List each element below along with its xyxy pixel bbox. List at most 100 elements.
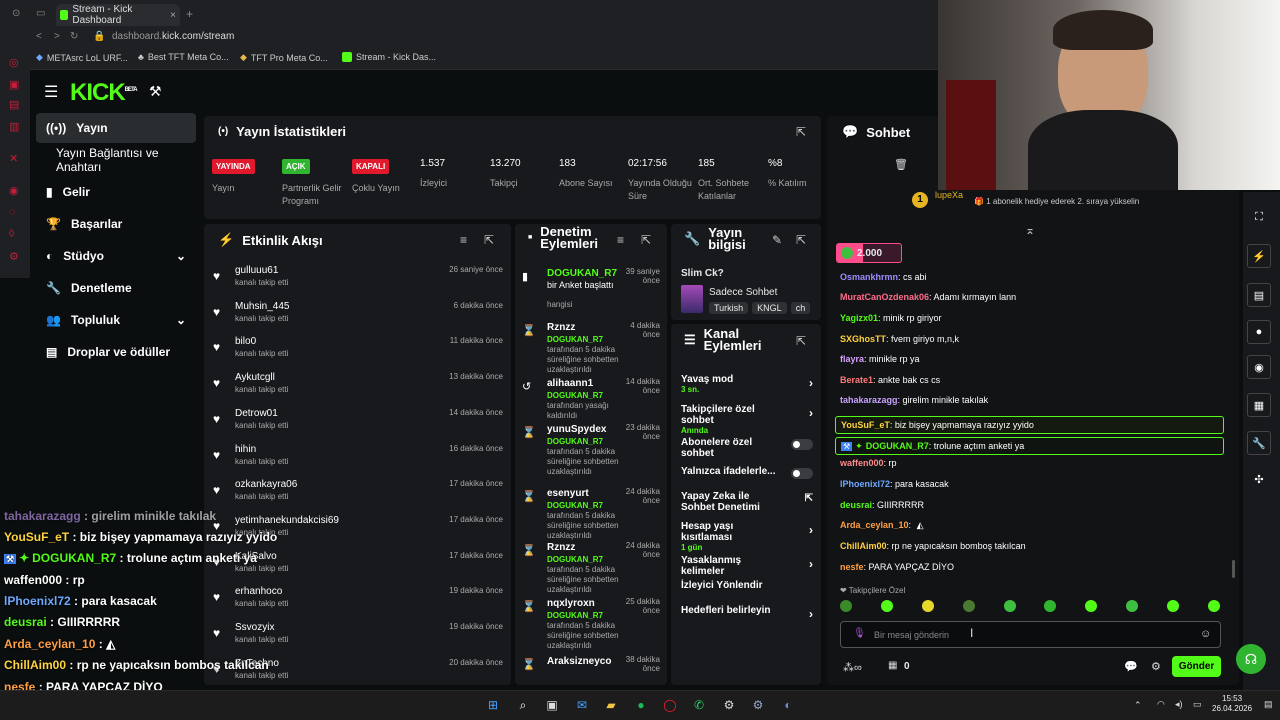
emote-icon[interactable] [840,600,852,612]
bookmark-kick[interactable]: Stream - Kick Das... [342,52,436,62]
discord-icon[interactable]: ◐ [779,696,797,714]
nav-topluluk[interactable]: 👥 Topluluk ⌄ [36,305,196,335]
activity-username[interactable]: hihin [235,444,256,455]
opera-menu-icon[interactable]: ⊙ [12,8,20,19]
back-icon[interactable]: < [36,31,42,42]
activity-item[interactable]: ♥ hihin kanalı takip etti 16 dakika önce [213,444,509,480]
forward-icon[interactable]: > [54,31,60,42]
app-icon[interactable]: ⚙ [749,696,767,714]
chat-username[interactable]: DOGUKAN_R7 [866,441,929,451]
nav-yayin[interactable]: ((•)) Yayın [36,113,196,143]
hamburger-menu-icon[interactable]: ☰ [44,82,58,102]
chat-username[interactable]: ChillAim00 [840,541,887,551]
channel-action-item[interactable]: İzleyici Yönlendir [681,580,813,604]
chat-username[interactable]: YouSuF_eT [841,420,890,430]
popout-icon[interactable]: ⇱ [641,233,651,247]
chat-username[interactable]: lPhoenixl72 [840,479,890,489]
battery-icon[interactable]: ▭ [1193,699,1202,710]
tag[interactable]: Turkish [709,302,749,314]
nav-droplar[interactable]: ▤ Droplar ve ödüller [36,337,196,367]
emote-icon[interactable] [1167,600,1179,612]
activity-username[interactable]: Ssvozyix [235,622,274,633]
bookmark-metasrc[interactable]: ◆ METAsrc LoL URF... [36,52,128,63]
activity-username[interactable]: Detrow01 [235,408,278,419]
opera-sidebar-icon-2[interactable]: ▣ [9,78,19,91]
emoji-icon[interactable]: ☺ [1200,628,1211,640]
channel-action-item[interactable]: Hesap yaşı kısıtlaması 1 gün › [681,521,813,552]
url-text[interactable]: dashboard.kick.com/stream [112,31,234,42]
opera-sidebar-icon-6[interactable]: ◌ [9,206,16,218]
chat-input[interactable]: 🎙 Bir mesaj gönderin I ☺ [840,621,1221,648]
chat-username[interactable]: nesfe [840,562,864,572]
activity-username[interactable]: ozkankayra06 [235,479,297,490]
channel-action-item[interactable]: Yasaklanmış kelimeler › [681,555,813,579]
opera-sidebar-icon-1[interactable]: ◎ [9,56,19,69]
mic-icon[interactable]: 🎙 [853,628,866,639]
activity-item[interactable]: ♥ KaliSalvo kanalı takip etti 17 dakika önc… [213,551,509,587]
nav-denetleme[interactable]: 🔧 Denetleme [36,273,196,303]
chat-username[interactable]: SXGhosTT [840,334,886,344]
fullscreen-icon[interactable]: ⛶ [1250,208,1268,226]
activity-item[interactable]: ♥ gulluuu61 kanalı takip etti 26 saniye önc… [213,265,509,301]
start-icon[interactable]: ⊞ [484,696,502,714]
opera-sidebar-icon-5[interactable]: ◉ [9,184,19,197]
activity-item[interactable]: ♥ Aykutcgll kanalı takip etti 13 dakika önc… [213,372,509,408]
moderation-username[interactable]: DOGUKAN_R7 [547,268,625,279]
settings-icon[interactable]: ⚙ [9,250,19,263]
browser-tab[interactable]: Stream - Kick Dashboard × [56,4,180,26]
reload-icon[interactable]: ↻ [70,31,78,42]
moderation-username[interactable]: Rznzz [547,322,625,333]
emote-icon[interactable] [962,600,975,612]
layout-icon[interactable]: ▦ [1247,393,1271,417]
activity-username[interactable]: bilo0 [235,336,256,347]
emote-icon[interactable] [1085,600,1098,612]
activity-username[interactable]: gulluuu61 [235,265,278,276]
chat-username[interactable]: deusrai [840,500,872,510]
mail-icon[interactable]: ✉ [573,696,591,714]
moderator-name[interactable]: DOGUKAN_R7 [547,555,603,564]
puzzle-icon[interactable]: ✣ [1250,470,1268,488]
channel-action-item[interactable]: Yalnızca ifadelerle... [681,466,813,490]
moderator-name[interactable]: DOGUKAN_R7 [547,611,603,620]
popout-icon[interactable]: ⇱ [796,233,806,247]
moderation-username[interactable]: Rznzz [547,542,625,553]
activity-username[interactable]: erhanhoco [235,586,282,597]
infinity-icon[interactable]: ⁂∞ [843,661,862,674]
kick-logo[interactable]: KICKBETA [70,79,138,107]
trash-icon[interactable]: 🗑 [894,158,908,171]
notification-icon[interactable]: ▤ [1264,699,1273,710]
chat-username[interactable]: waffen000 [840,458,884,468]
opera-icon[interactable]: ◯ [661,696,679,714]
edit-icon[interactable]: ✎ [772,233,782,247]
chat-username[interactable]: MuratCanOzdenak06 [840,292,929,302]
collapse-icon[interactable]: ⌅ [1025,223,1035,237]
tab-overview-icon[interactable]: ▭ [36,8,45,19]
tag[interactable]: KNGL [752,302,787,314]
close-tab-icon[interactable]: × [170,10,176,21]
nav-stream-key[interactable]: Yayın Bağlantısı ve Anahtarı [36,145,196,175]
opera-sidebar-icon-3[interactable]: ▤ [9,98,19,111]
activity-item[interactable]: ♥ ozkankayra06 kanalı takip etti 17 dakika … [213,479,509,515]
steam-icon[interactable]: ⚙ [720,696,738,714]
moderator-name[interactable]: DOGUKAN_R7 [547,391,603,400]
activity-item[interactable]: ♥ Detrow01 kanalı takip etti 14 dakika önce [213,408,509,444]
wrench-icon[interactable]: 🔧 [1247,431,1271,455]
nav-basarilar[interactable]: 🏆 Başarılar [36,209,196,239]
chat-username[interactable]: tahakarazagg [840,395,898,405]
send-button[interactable]: Gönder [1172,656,1221,677]
pinned-user[interactable]: lupeXa [935,190,963,200]
bookmark-tft-pro[interactable]: ◆ TFT Pro Meta Co... [240,52,328,63]
bookmark-best-tft[interactable]: ♣ Best TFT Meta Co... [138,52,229,62]
activity-username[interactable]: Muhsin_445 [235,301,289,312]
emote-icon[interactable] [921,600,934,612]
activity-item[interactable]: ♥ Muhsin_445 kanalı takip etti 6 dakika önc… [213,301,509,337]
activity-username[interactable]: Aykutcgll [235,372,275,383]
moderation-username[interactable]: esenyurt [547,488,625,499]
emote-icon[interactable] [1126,600,1139,612]
toggle-switch[interactable] [791,439,813,450]
chat-scrollbar[interactable] [1232,560,1235,578]
channel-action-item[interactable]: Abonelere özel sohbet [681,437,813,461]
spotify-icon[interactable]: ● [632,696,650,714]
filter-icon[interactable]: ≡ [617,233,624,247]
popout-icon[interactable]: ⇱ [484,233,494,247]
